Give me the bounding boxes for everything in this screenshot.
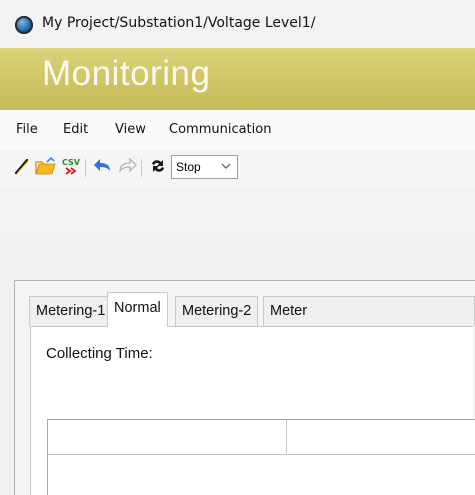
app-logo-icon: [15, 16, 33, 34]
toolbar-separator: [141, 159, 142, 177]
menu-communication[interactable]: Communication: [169, 122, 271, 137]
menu-edit[interactable]: Edit: [63, 122, 88, 137]
tab-metering-3[interactable]: Meter: [263, 296, 475, 326]
export-csv-icon[interactable]: CSV: [60, 157, 82, 179]
collecting-time-label: Collecting Time:: [46, 345, 153, 362]
tab-metering-1[interactable]: Metering-1: [29, 296, 113, 326]
refresh-mode-value: Stop: [176, 160, 201, 174]
pen-icon[interactable]: [11, 157, 33, 179]
refresh-icon[interactable]: [147, 157, 169, 179]
toolbar-spacer: [0, 186, 475, 232]
open-folder-icon[interactable]: [35, 156, 57, 179]
toolbar: CSV Stop: [0, 150, 475, 186]
undo-icon[interactable]: [92, 157, 114, 179]
module-banner: Monitoring: [0, 48, 475, 110]
title-bar: My Project/Substation1/Voltage Level1/: [0, 0, 475, 48]
menu-view[interactable]: View: [115, 122, 146, 137]
tab-metering-2[interactable]: Metering-2: [175, 296, 259, 326]
redo-icon[interactable]: [116, 157, 138, 179]
toolbar-separator: [85, 159, 86, 177]
module-title: Monitoring: [42, 54, 211, 93]
svg-text:CSV: CSV: [62, 158, 81, 167]
menu-bar: File Edit View Communication: [0, 110, 475, 150]
menu-file[interactable]: File: [16, 122, 38, 137]
grid-column-divider[interactable]: [286, 420, 287, 454]
grid-header-row: [48, 420, 475, 455]
tab-normal[interactable]: Normal: [107, 292, 168, 327]
chevron-down-icon: [221, 158, 231, 177]
refresh-mode-select[interactable]: Stop: [171, 155, 238, 179]
window-title: My Project/Substation1/Voltage Level1/: [42, 15, 316, 31]
data-grid[interactable]: [47, 419, 475, 495]
